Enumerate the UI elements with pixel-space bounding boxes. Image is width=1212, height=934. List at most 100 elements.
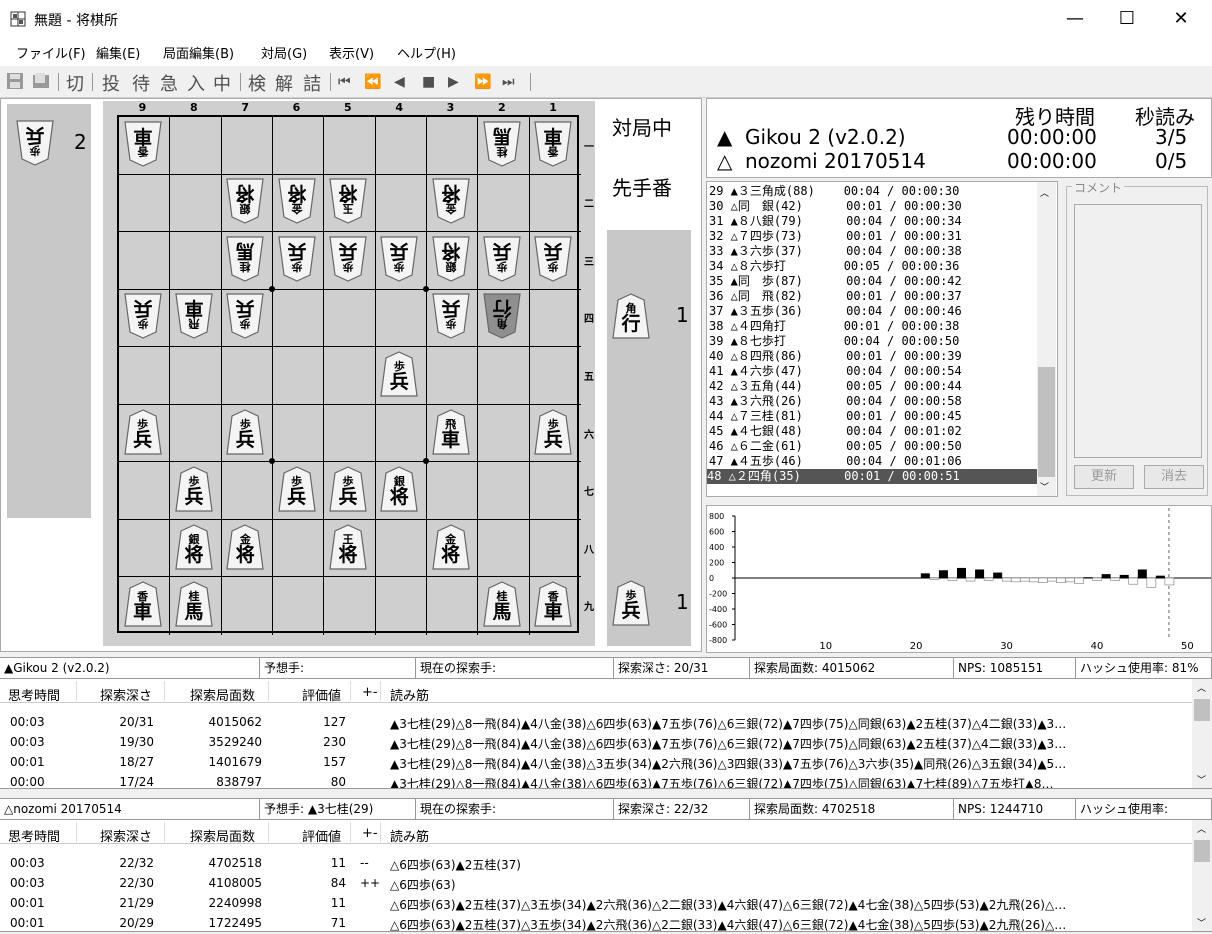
kifu-move-row[interactable]: 36 △同 飛(82) 00:01 / 00:00:37 [709, 289, 1039, 304]
sente-piece[interactable]: 歩兵 [277, 466, 316, 512]
board-cell[interactable] [478, 519, 530, 578]
gote-piece[interactable]: 歩兵 [123, 293, 162, 340]
gote-piece[interactable]: 金将 [431, 178, 470, 224]
engine1-scroll-down-icon[interactable]: ﹀ [1197, 773, 1206, 786]
kifu-move-row[interactable]: 31 ▲８八銀(79) 00:04 / 00:00:34 [709, 214, 1039, 229]
board-cell[interactable] [529, 175, 581, 233]
board-cell[interactable] [529, 520, 581, 578]
board-cell[interactable] [170, 347, 222, 405]
kifu-scrollbar[interactable]: ︿ ﹀ [1037, 182, 1056, 496]
board-cell[interactable] [221, 347, 273, 405]
board-cell[interactable] [272, 404, 325, 463]
sente-hand-piece[interactable]: 角行 [612, 293, 650, 339]
board-cell[interactable] [426, 462, 479, 520]
board-cell[interactable] [324, 347, 376, 405]
board-cell[interactable] [170, 174, 222, 233]
gote-piece[interactable]: 銀将 [431, 236, 470, 282]
rewind-icon[interactable]: ⏪ [364, 74, 381, 90]
engine1-table-row[interactable]: 00:03 20/31 4015062 127 ▲3七桂(29)△8一飛(84)▲4八金… [0, 715, 1190, 733]
board-cell[interactable] [375, 404, 427, 463]
gote-piece[interactable]: 香車 [534, 121, 572, 167]
gote-piece[interactable]: 歩兵 [329, 236, 367, 282]
sente-piece[interactable]: 歩兵 [226, 408, 264, 455]
open-icon[interactable] [32, 72, 50, 90]
engine2-column-header[interactable]: 思考時間 [8, 826, 60, 845]
gote-piece[interactable]: 角行 [483, 293, 521, 340]
engine1-scrollbar[interactable]: ︿ ﹀ [1192, 679, 1212, 788]
sente-piece[interactable]: 金将 [226, 524, 264, 570]
kifu-move-list[interactable]: 29 ▲３三角成(88) 00:04 / 00:00:30 30 △同 銀(42)… [706, 181, 1058, 497]
gote-piece[interactable]: 桂馬 [483, 121, 521, 167]
scroll-up-icon[interactable]: ︿ [1040, 186, 1049, 199]
board-cell[interactable] [375, 519, 427, 578]
menu-edit[interactable]: 編集(E) [96, 43, 140, 62]
board-cell[interactable] [427, 577, 479, 636]
update-comment-button[interactable]: 更新 [1074, 465, 1134, 489]
board-cell[interactable] [119, 462, 171, 520]
sente-piece[interactable]: 香車 [534, 581, 572, 627]
board-cell[interactable] [221, 462, 273, 520]
sente-piece[interactable]: 飛車 [431, 408, 470, 455]
menu-view[interactable]: 表示(V) [329, 43, 374, 62]
solve-button[interactable]: 解 [275, 70, 293, 96]
kifu-move-row[interactable]: 47 ▲４五歩(46) 00:04 / 00:01:06 [709, 454, 1039, 469]
gote-piece[interactable]: 玉将 [329, 178, 367, 224]
close-button[interactable]: ✕ [1158, 0, 1204, 38]
sente-piece[interactable]: 歩兵 [329, 466, 367, 512]
comment-textarea[interactable] [1074, 204, 1202, 458]
gote-piece[interactable]: 金将 [277, 178, 316, 224]
board-cell[interactable] [376, 577, 427, 636]
engine2-scroll-down-icon[interactable]: ﹀ [1197, 916, 1206, 929]
fast-forward-icon[interactable]: ⏩ [474, 74, 491, 90]
board-cell[interactable] [272, 289, 325, 348]
kifu-move-row[interactable]: 46 △６二金(61) 00:05 / 00:00:50 [709, 439, 1039, 454]
sente-piece[interactable]: 王将 [329, 524, 367, 570]
kifu-move-row[interactable]: 48 △２四角(35) 00:01 / 00:00:51 [707, 469, 1037, 484]
board-cell[interactable] [324, 404, 376, 463]
kifu-move-row[interactable]: 44 △７三桂(81) 00:01 / 00:00:45 [709, 409, 1039, 424]
menu-game[interactable]: 対局(G) [261, 43, 307, 62]
board-cell[interactable] [529, 462, 581, 520]
sente-piece[interactable]: 桂馬 [483, 581, 521, 627]
clear-comment-button[interactable]: 消去 [1144, 465, 1204, 489]
engine1-column-header[interactable]: 探索局面数 [190, 685, 255, 704]
stop-icon[interactable]: ■ [422, 74, 435, 90]
kifu-move-row[interactable]: 35 ▲同 歩(87) 00:04 / 00:00:42 [709, 274, 1039, 289]
gote-piece[interactable]: 歩兵 [226, 293, 264, 340]
kifu-move-row[interactable]: 32 △７四歩(73) 00:01 / 00:00:31 [709, 229, 1039, 244]
menu-position-edit[interactable]: 局面編集(B) [163, 43, 234, 62]
engine1-column-header[interactable]: +- [362, 685, 378, 700]
sente-piece[interactable]: 歩兵 [380, 351, 418, 397]
engine2-scrollbar[interactable]: ︿ ﹀ [1192, 820, 1212, 931]
gote-piece[interactable]: 歩兵 [431, 293, 470, 340]
board-cell[interactable] [529, 347, 581, 405]
gote-hand-piece[interactable]: 歩兵 [16, 120, 54, 166]
scroll-down-icon[interactable]: ﹀ [1040, 480, 1049, 493]
engine2-table-row[interactable]: 00:03 22/30 4108005 84 ++ △6四歩(63) [0, 876, 1190, 894]
prev-move-icon[interactable]: ◀ [394, 74, 405, 90]
board-cell[interactable] [529, 290, 581, 348]
engine2-table-row[interactable]: 00:01 21/29 2240998 11 △6四歩(63)▲2五桂(37)△3五歩(… [0, 896, 1190, 914]
kifu-move-row[interactable]: 29 ▲３三角成(88) 00:04 / 00:00:30 [709, 184, 1039, 199]
kifu-move-row[interactable]: 39 ▲８七歩打 00:04 / 00:00:50 [709, 334, 1039, 349]
kifu-move-row[interactable]: 42 △３五角(44) 00:05 / 00:00:44 [709, 379, 1039, 394]
kifu-move-row[interactable]: 34 △８六歩打 00:05 / 00:00:36 [709, 259, 1039, 274]
next-move-icon[interactable]: ▶ [448, 74, 459, 90]
tsume-button[interactable]: 詰 [303, 70, 321, 96]
gote-piece[interactable]: 歩兵 [483, 236, 521, 282]
resign-button[interactable]: 投 [102, 70, 120, 96]
kifu-move-row[interactable]: 45 ▲４七銀(48) 00:04 / 00:01:02 [709, 424, 1039, 439]
interrupt-button[interactable]: 中 [213, 70, 231, 96]
hurry-button[interactable]: 急 [160, 70, 178, 96]
sente-piece[interactable]: 歩兵 [534, 408, 572, 455]
board-cell[interactable] [324, 117, 376, 175]
kifu-move-row[interactable]: 43 ▲３六飛(26) 00:04 / 00:00:58 [709, 394, 1039, 409]
declare-button[interactable]: 入 [187, 70, 205, 96]
board-cell[interactable] [324, 577, 376, 636]
board-cell[interactable] [273, 577, 325, 636]
engine2-column-header[interactable]: +- [362, 826, 378, 841]
gote-piece[interactable]: 歩兵 [380, 236, 418, 282]
engine2-table-row[interactable]: 00:01 20/29 1722495 71 △6四歩(63)▲2五桂(37)△3五歩(… [0, 916, 1190, 931]
menu-file[interactable]: ファイル(F) [16, 43, 86, 62]
board-cell[interactable] [222, 577, 273, 636]
